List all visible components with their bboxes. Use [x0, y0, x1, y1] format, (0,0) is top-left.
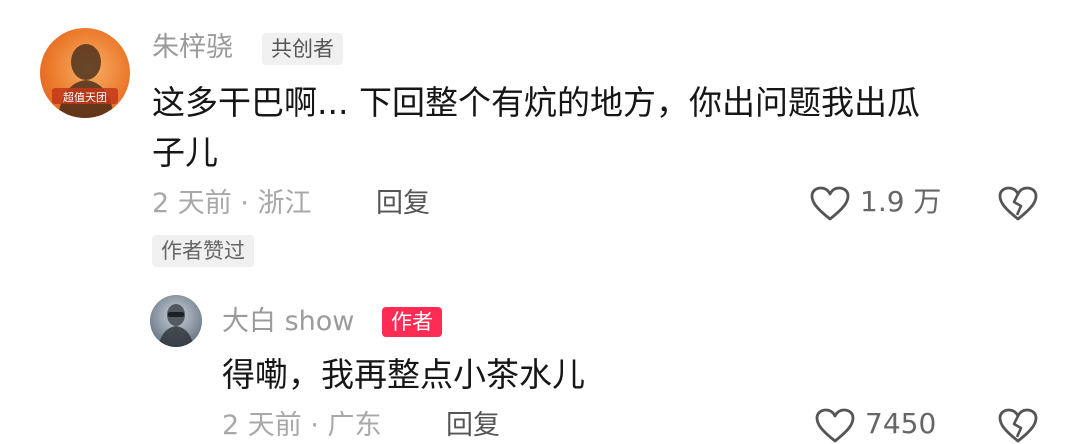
comment-text-line2: 子儿 [152, 133, 218, 172]
svg-text:超值天团: 超值天团 [63, 90, 107, 104]
reply-avatar[interactable] [150, 295, 202, 347]
author-liked-badge: 作者赞过 [152, 235, 254, 267]
commenter-username[interactable]: 朱梓骁 [152, 31, 233, 65]
broken-heart-icon[interactable] [998, 186, 1038, 222]
reply-reply-button[interactable]: 回复 [446, 408, 500, 444]
reply-time-location: 2 天前 · 广东 [222, 410, 382, 441]
author-badge: 作者 [382, 307, 442, 337]
comment-text-line1: 这多干巴啊... 下回整个有炕的地方，你出问题我出瓜 [152, 83, 920, 122]
reply-text: 得嘞，我再整点小茶水儿 [222, 355, 585, 394]
broken-heart-icon[interactable] [998, 408, 1038, 444]
commenter-avatar[interactable]: 超值天团 [40, 28, 130, 118]
heart-icon [810, 186, 850, 222]
reply-like-count: 7450 [865, 407, 937, 440]
co-creator-badge: 共创者 [262, 33, 343, 65]
comment-like-count: 1.9 万 [860, 185, 942, 218]
reply-username[interactable]: 大白 show [222, 305, 354, 339]
comment-time-location: 2 天前 · 浙江 [152, 188, 312, 219]
comment-reply-button[interactable]: 回复 [376, 186, 430, 222]
heart-icon [815, 408, 855, 444]
